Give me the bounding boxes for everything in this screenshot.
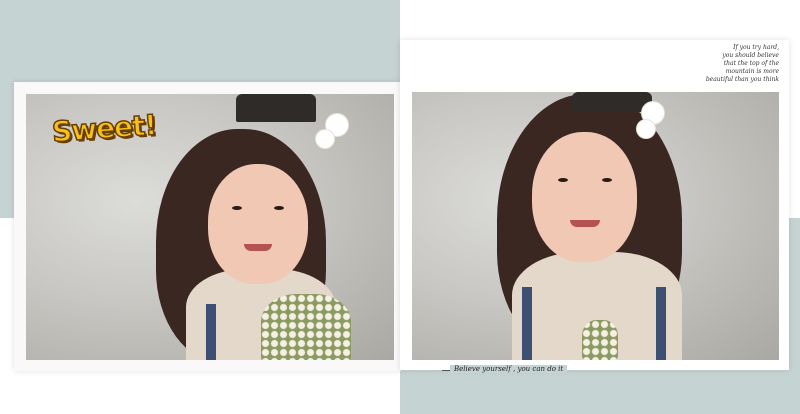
girl-hat [236, 94, 316, 122]
girl-eye [232, 206, 242, 210]
girl-mouth [244, 244, 272, 251]
girl-eye [602, 178, 612, 182]
sweet-sticker: Sweet! [50, 108, 158, 150]
overall-strap [656, 287, 666, 360]
flower-bouquet [582, 320, 618, 360]
right-photo-card: If you try hard, you should believe that… [400, 40, 789, 370]
quote-line: you should believe [722, 52, 779, 59]
overall-strap [206, 304, 216, 360]
flower-bouquet [261, 294, 351, 360]
girl-eye [558, 178, 568, 182]
girl-mouth [570, 220, 600, 227]
girl-face [208, 164, 308, 284]
left-photo: Sweet! [26, 94, 394, 360]
quote-line: If you try hard, [733, 44, 779, 51]
girl-hat [572, 92, 652, 112]
girl-face [532, 132, 637, 262]
right-photo [412, 92, 779, 360]
quote-line: that the top of the [723, 60, 779, 67]
caption-text: Believe yourself , you can do it [450, 365, 568, 373]
hat-flower [316, 130, 334, 148]
quote-text: If you try hard, you should believe that… [649, 44, 779, 84]
girl-eye [274, 206, 284, 210]
hat-flower [637, 120, 655, 138]
quote-line: mountain is more [725, 68, 779, 75]
quote-line: beautiful than you think [705, 76, 779, 83]
overall-strap [522, 287, 532, 360]
left-photo-card: Sweet! [14, 82, 401, 371]
